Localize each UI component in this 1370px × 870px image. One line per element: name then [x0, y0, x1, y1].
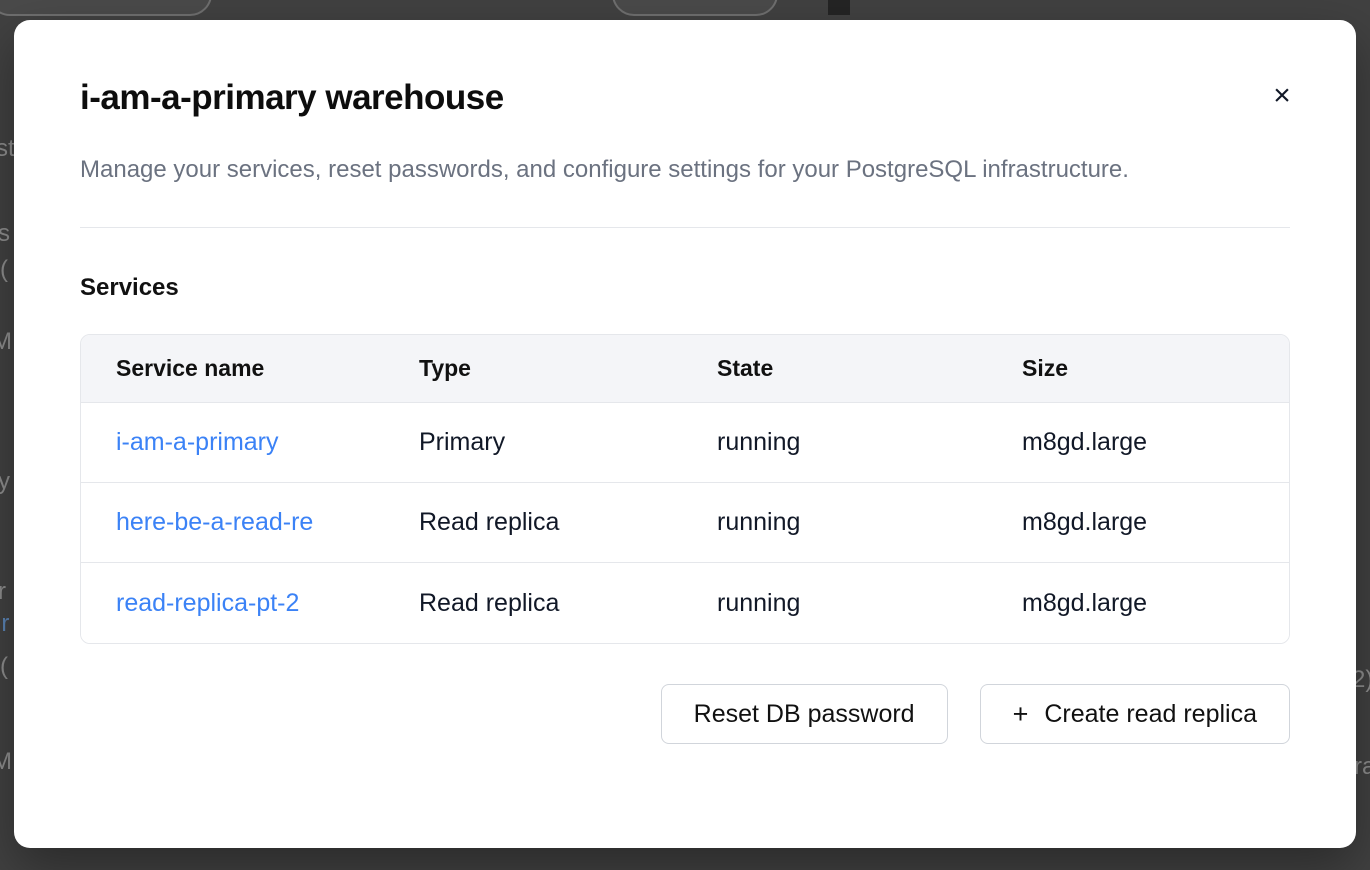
background-text-fragment: (: [0, 256, 8, 284]
background-text-fragment: (: [0, 653, 8, 681]
create-read-replica-label: Create read replica: [1044, 700, 1257, 729]
reset-db-password-button[interactable]: Reset DB password: [661, 684, 948, 744]
background-text-fragment: s: [0, 220, 10, 248]
background-text-fragment: y: [0, 468, 10, 496]
service-name-link[interactable]: i-am-a-primary: [116, 428, 279, 457]
column-header-state: State: [682, 355, 987, 382]
service-name-cell: here-be-a-read-re: [81, 508, 384, 537]
reset-db-password-label: Reset DB password: [694, 700, 915, 729]
table-row: here-be-a-read-re Read replica running m…: [81, 483, 1289, 563]
divider: [80, 227, 1290, 228]
warehouse-dialog: i-am-a-primary warehouse × Manage your s…: [14, 20, 1356, 848]
column-header-size: Size: [987, 355, 1289, 382]
dialog-header: i-am-a-primary warehouse ×: [80, 78, 1290, 118]
service-name-cell: read-replica-pt-2: [81, 589, 384, 618]
create-read-replica-button[interactable]: + Create read replica: [980, 684, 1290, 744]
close-icon[interactable]: ×: [1260, 74, 1304, 118]
background-text-fragment: st: [0, 135, 15, 163]
background-link-fragment: ir: [0, 610, 9, 638]
table-row: i-am-a-primary Primary running m8gd.larg…: [81, 403, 1289, 483]
service-type-cell: Read replica: [384, 508, 682, 537]
plus-icon: +: [1013, 701, 1029, 728]
service-state-cell: running: [682, 428, 987, 457]
service-state-cell: running: [682, 589, 987, 618]
table-header-row: Service name Type State Size: [81, 335, 1289, 403]
column-header-type: Type: [384, 355, 682, 382]
services-table: Service name Type State Size i-am-a-prim…: [80, 334, 1290, 644]
services-heading: Services: [80, 274, 1290, 302]
service-state-cell: running: [682, 508, 987, 537]
background-button-outline: [612, 0, 778, 16]
background-button-outline: [0, 0, 212, 16]
dialog-actions: Reset DB password + Create read replica: [80, 684, 1290, 744]
service-name-link[interactable]: here-be-a-read-re: [116, 508, 313, 537]
service-type-cell: Read replica: [384, 589, 682, 618]
service-size-cell: m8gd.large: [987, 589, 1289, 618]
service-size-cell: m8gd.large: [987, 428, 1289, 457]
background-text-fragment: r: [0, 578, 6, 606]
background-mark: [828, 0, 850, 15]
background-text-fragment: ra: [1354, 753, 1370, 781]
service-size-cell: m8gd.large: [987, 508, 1289, 537]
service-type-cell: Primary: [384, 428, 682, 457]
service-name-link[interactable]: read-replica-pt-2: [116, 589, 299, 618]
dialog-title: i-am-a-primary warehouse: [80, 78, 1290, 118]
dialog-description: Manage your services, reset passwords, a…: [80, 148, 1210, 191]
column-header-service-name: Service name: [81, 355, 384, 382]
service-name-cell: i-am-a-primary: [81, 428, 384, 457]
table-row: read-replica-pt-2 Read replica running m…: [81, 563, 1289, 643]
